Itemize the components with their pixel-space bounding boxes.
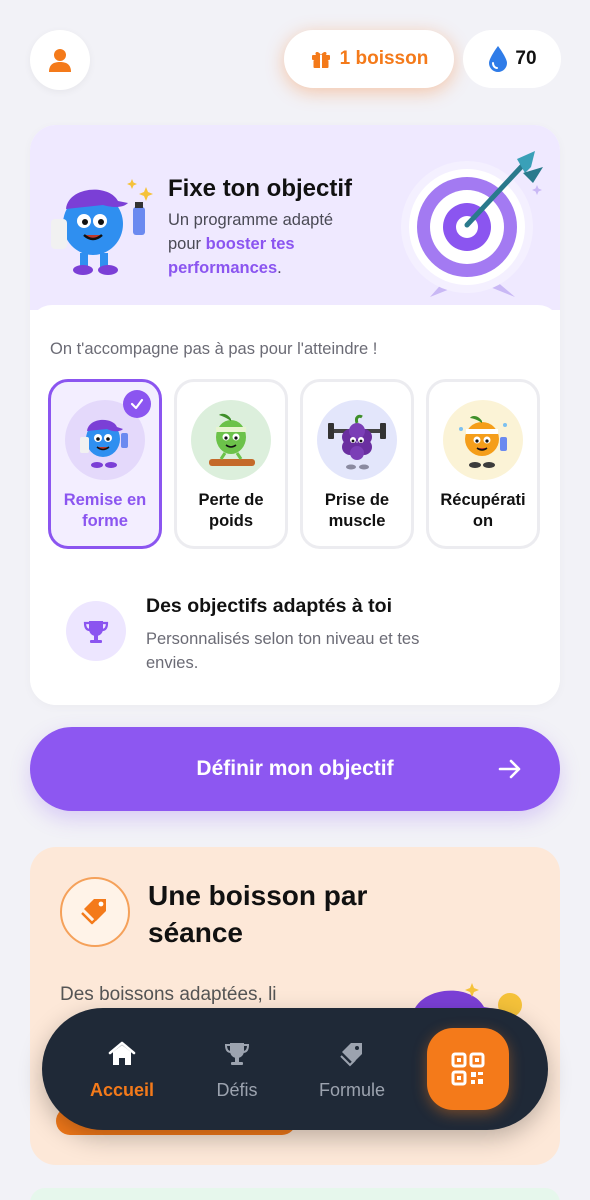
mascot-illustration (51, 179, 153, 275)
goal-option-label: Prise de muscle (324, 491, 390, 530)
set-goal-label: Définir mon objectif (196, 757, 394, 780)
tag-icon (340, 1043, 362, 1067)
goal-option-perte-de-poids[interactable]: Perte de poids (174, 379, 288, 549)
check-icon (123, 390, 151, 418)
qr-scan-button[interactable] (427, 1028, 509, 1110)
goal-body: On t'accompagne pas à pas pour l'atteind… (30, 305, 560, 705)
nav-label: Défis (216, 1080, 258, 1100)
recovery-mascot-icon (443, 400, 523, 480)
weight-loss-mascot-icon (191, 400, 271, 480)
drink-card-title: Une boisson par séance (148, 880, 368, 948)
target-icon (401, 151, 543, 297)
gift-icon (311, 51, 330, 68)
trophy-icon (224, 1043, 250, 1065)
next-card-peek (30, 1188, 560, 1200)
drinks-counter-label: 1 boisson (339, 48, 429, 69)
goal-option-recuperation[interactable]: Récupérati on (426, 379, 540, 549)
nav-label: Accueil (89, 1080, 155, 1100)
goal-subtitle: Un programme adapté pour booster tes per… (168, 211, 334, 277)
drops-counter[interactable]: 70 (463, 30, 561, 88)
drinks-counter-button[interactable]: 1 boisson (284, 30, 454, 88)
set-goal-button[interactable]: Définir mon objectif (30, 727, 560, 811)
accompany-text: On t'accompagne pas à pas pour l'atteind… (50, 340, 378, 358)
home-icon (108, 1041, 136, 1065)
bottom-navigation: Accueil Défis Formule (42, 1008, 548, 1130)
tailored-goals-info: Des objectifs adaptés à toi Personnalisé… (66, 595, 536, 675)
goal-option-label: Perte de poids (198, 491, 264, 530)
info-subtitle: Personnalisés selon ton niveau et tes en… (146, 630, 420, 672)
drink-card-subtitle: Des boissons adaptées, li (60, 984, 277, 1005)
goal-option-remise-en-forme[interactable]: Remise en forme (48, 379, 162, 549)
profile-button[interactable] (30, 30, 90, 90)
nav-item-formule[interactable]: Formule (302, 1040, 402, 1101)
nav-item-accueil[interactable]: Accueil (72, 1040, 172, 1101)
goal-card: Fixe ton objectif Un programme adapté po… (30, 125, 560, 705)
goal-option-prise-de-muscle[interactable]: Prise de muscle (300, 379, 414, 549)
drops-count: 70 (515, 48, 537, 69)
water-drop-icon (489, 46, 508, 72)
user-icon (49, 49, 71, 72)
trophy-icon (66, 601, 126, 661)
qr-code-icon (451, 1052, 485, 1086)
arrow-right-icon (498, 759, 521, 779)
goal-option-label: Récupérati on (440, 491, 526, 530)
goal-title: Fixe ton objectif (168, 175, 353, 202)
goal-hero: Fixe ton objectif Un programme adapté po… (30, 125, 560, 310)
nav-item-defis[interactable]: Défis (187, 1040, 287, 1101)
muscle-gain-mascot-icon (317, 400, 397, 480)
tags-icon (60, 877, 130, 947)
nav-label: Formule (318, 1080, 385, 1100)
info-title: Des objectifs adaptés à toi (146, 595, 392, 617)
goal-option-label: Remise en forme (63, 491, 147, 530)
